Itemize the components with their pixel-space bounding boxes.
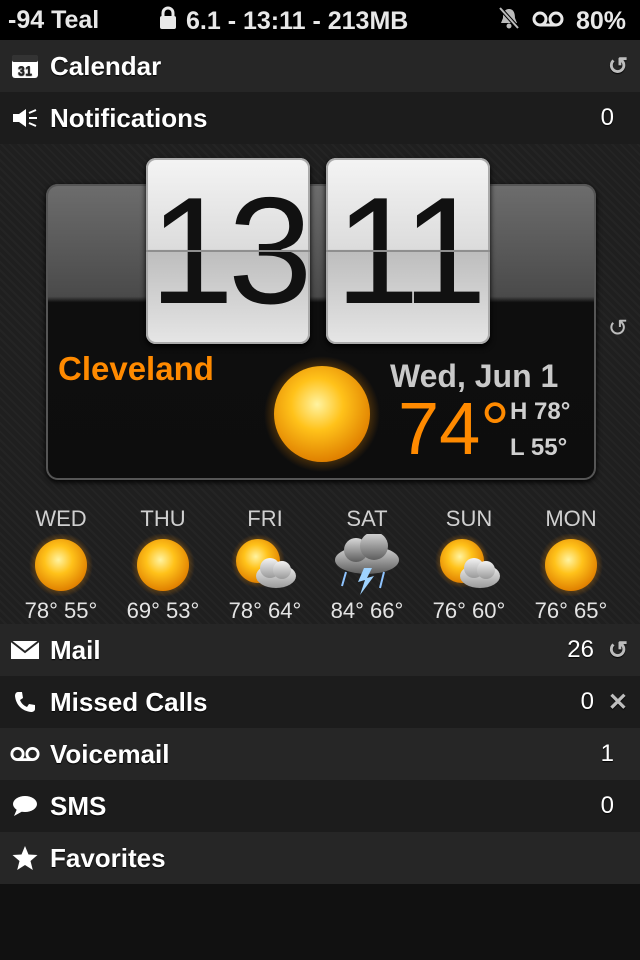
clock-minutes: 11 [326, 158, 490, 344]
sms-count: 0 [600, 792, 614, 819]
status-bar: -94 Teal 6.1 - 13:11 - 213MB 80% [0, 0, 640, 40]
battery-level: 80% [575, 7, 626, 35]
speech-bubble-icon [10, 792, 40, 820]
partly-cloudy-icon [230, 534, 300, 596]
voicemail-row[interactable]: Voicemail 1 [0, 728, 640, 780]
forecast-day-name: MON [545, 506, 597, 531]
status-info: 6.1 - 13:11 - 213MB [186, 7, 409, 35]
mail-label: Mail [50, 635, 101, 665]
close-icon[interactable]: ✕ [608, 688, 628, 717]
voicemail-label: Voicemail [50, 739, 170, 769]
empty-background [0, 884, 640, 960]
forecast-day-name: WED [35, 506, 87, 531]
forecast-day: SUN 76° 60° [418, 506, 520, 624]
sun-icon [536, 533, 606, 597]
sun-icon [262, 354, 382, 474]
voicemail-status-icon [532, 7, 564, 36]
mail-row[interactable]: Mail 26 ↺ [0, 624, 640, 676]
forecast-day: MON 76° 65° [520, 506, 622, 624]
svg-text:31: 31 [18, 63, 32, 78]
calendar-icon: 31 [10, 52, 40, 80]
clock-hours: 13 [146, 158, 313, 344]
forecast-day-name: SAT [346, 506, 388, 531]
forecast-day: SAT 84° 66° [316, 506, 418, 624]
voicemail-count: 1 [600, 740, 614, 767]
weather-high: H 78° [510, 398, 571, 425]
favorites-label: Favorites [50, 843, 166, 873]
notifications-count: 0 [600, 104, 614, 131]
forecast-temps: 76° 60° [432, 598, 506, 623]
weather-city: Cleveland [58, 350, 214, 387]
status-right: 80% [498, 6, 626, 37]
signal-strength: -94 Teal [8, 6, 100, 34]
missed-calls-label: Missed Calls [50, 687, 208, 717]
forecast-day-name: SUN [445, 506, 493, 531]
star-icon [10, 844, 40, 872]
forecast-day: FRI 78° 64° [214, 506, 316, 624]
voicemail-icon [10, 740, 40, 768]
forecast-day: WED 78° 55° [10, 506, 112, 624]
forecast-day: THU 69° 53° [112, 506, 214, 624]
forecast-day-name: THU [140, 506, 186, 531]
forecast-temps: 69° 53° [126, 598, 200, 623]
forecast-day-name: FRI [247, 506, 283, 531]
weather-refresh-icon[interactable]: ↺ [608, 314, 628, 343]
notifications-row[interactable]: Notifications 0 [0, 92, 640, 144]
calendar-label: Calendar [50, 51, 162, 81]
thunderstorm-icon [332, 532, 402, 596]
sun-icon [26, 533, 96, 597]
speaker-icon [10, 104, 40, 132]
lock-icon [158, 6, 178, 37]
refresh-icon[interactable]: ↺ [608, 52, 628, 81]
muted-bell-icon [498, 6, 520, 37]
sun-icon [128, 533, 198, 597]
forecast-temps: 84° 66° [330, 598, 404, 623]
forecast-temps: 78° 64° [228, 598, 302, 623]
partly-cloudy-icon [434, 534, 504, 596]
favorites-row[interactable]: Favorites [0, 832, 640, 884]
weather-current-temp: 74° [398, 387, 510, 470]
missed-calls-count: 0 [580, 688, 594, 715]
forecast-temps: 76° 65° [534, 598, 608, 623]
sms-label: SMS [50, 791, 107, 821]
sms-row[interactable]: SMS 0 [0, 780, 640, 832]
notifications-label: Notifications [50, 103, 208, 133]
phone-icon [10, 688, 40, 716]
weather-widget[interactable]: 13 11 ↺ Cleveland Wed, Jun 1 74° H 78° L… [0, 144, 640, 628]
weather-low: L 55° [510, 434, 568, 461]
mail-count: 26 [567, 636, 594, 663]
calendar-row[interactable]: 31 Calendar ↺ [0, 40, 640, 92]
missed-calls-row[interactable]: Missed Calls 0 ✕ [0, 676, 640, 728]
refresh-icon[interactable]: ↺ [608, 636, 628, 665]
forecast-strip: WED 78° 55° THU 69° 53° FRI 78° 64° SAT [0, 506, 640, 626]
forecast-temps: 78° 55° [24, 598, 98, 623]
envelope-icon [10, 636, 40, 664]
status-center: 6.1 - 13:11 - 213MB [158, 6, 408, 37]
